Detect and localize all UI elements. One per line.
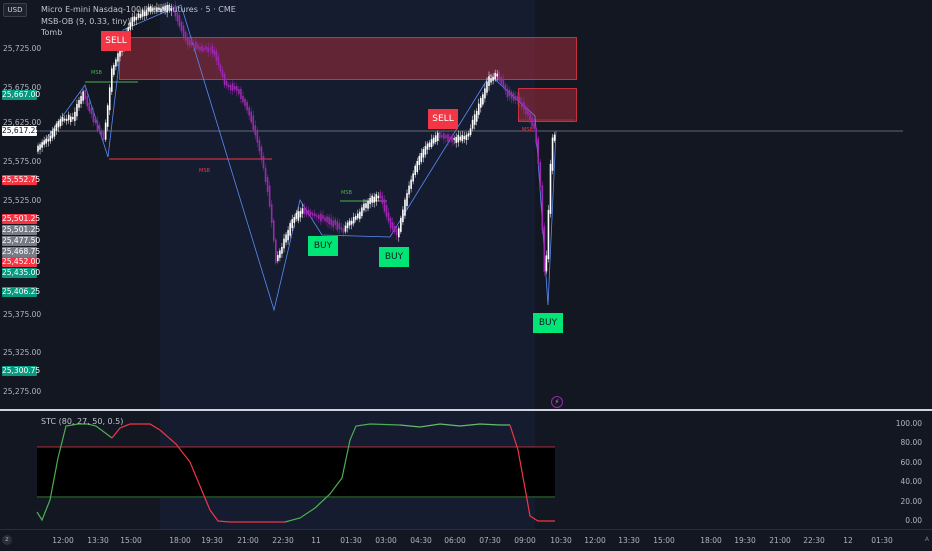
osc-axis-label: 20.00 [900, 497, 922, 506]
time-axis-label: 07:30 [479, 536, 501, 545]
time-axis-label: 12:00 [52, 536, 74, 545]
osc-axis-label: 80.00 [900, 438, 922, 447]
time-axis-label: 01:30 [340, 536, 362, 545]
time-axis-label: 11 [311, 536, 321, 545]
time-axis-label: 15:00 [653, 536, 675, 545]
time-axis-label: 22:30 [803, 536, 825, 545]
time-axis-label: 19:30 [201, 536, 223, 545]
time-axis-label: 18:00 [169, 536, 191, 545]
timezone-icon[interactable]: z [2, 535, 12, 545]
time-axis-label: 13:30 [87, 536, 109, 545]
time-axis-label: 01:30 [871, 536, 893, 545]
time-axis-label: 09:00 [514, 536, 536, 545]
time-axis-label: 21:00 [769, 536, 791, 545]
time-axis-label: 04:30 [410, 536, 432, 545]
stc-line-up [399, 423, 510, 428]
stc-line-down [159, 429, 285, 523]
time-axis-label: 13:30 [618, 536, 640, 545]
time-axis-label: 22:30 [272, 536, 294, 545]
time-axis-label: 18:00 [700, 536, 722, 545]
time-axis-label: 06:00 [444, 536, 466, 545]
osc-axis-label: 0.00 [905, 516, 922, 525]
osc-axis-label: 40.00 [900, 477, 922, 486]
time-axis-label: 03:00 [375, 536, 397, 545]
stc-line-plot [36, 423, 555, 523]
axis-settings-icon[interactable]: A [925, 536, 929, 543]
time-axis-label: 10:30 [550, 536, 572, 545]
time-axis-label: 12 [843, 536, 853, 545]
time-axis-label: 15:00 [120, 536, 142, 545]
stc-line-up [36, 423, 113, 522]
time-axis-label: 12:00 [584, 536, 606, 545]
osc-axis-label: 100.00 [895, 419, 922, 428]
time-axis-label: 19:30 [734, 536, 756, 545]
time-axis-label: 21:00 [237, 536, 259, 545]
stc-line-up [284, 423, 401, 523]
stc-title[interactable]: STC (80, 27, 50, 0.5) [41, 416, 123, 427]
stc-line-down [509, 424, 555, 522]
osc-axis-label: 60.00 [900, 458, 922, 467]
